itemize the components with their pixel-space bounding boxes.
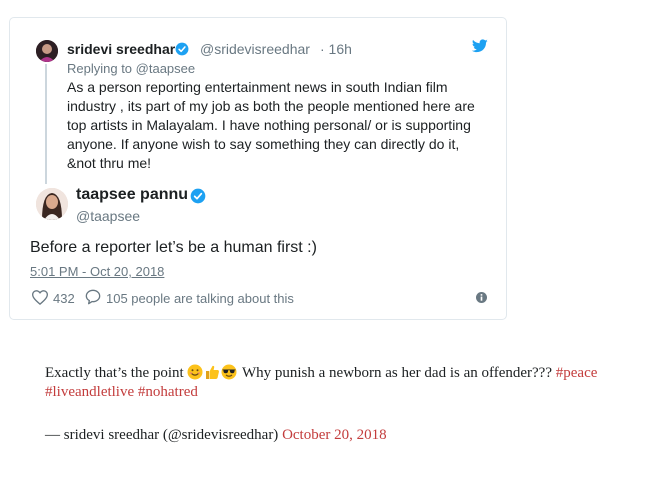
quote-attribution: — sridevi sreedhar (@sridevisreedhar) Oc…: [45, 427, 387, 444]
replying-to-label: Replying to @taapsee: [67, 61, 196, 76]
embedded-quote: Exactly that’s the point Why punish a ne…: [45, 364, 655, 402]
hashtag-nohatred-link[interactable]: #nohatred: [138, 384, 198, 400]
reply-tweet-text: As a person reporting entertainment news…: [67, 79, 475, 171]
reply-time-ago[interactable]: · 16h: [320, 41, 352, 57]
verified-icon: [175, 42, 189, 56]
tweet-timestamp-link[interactable]: 5:01 PM - Oct 20, 2018: [30, 264, 164, 279]
speech-bubble-icon[interactable]: [85, 289, 101, 305]
quote-text-start: Exactly that’s the point: [45, 365, 188, 381]
reply-author-handle[interactable]: @sridevisreedhar: [200, 41, 310, 57]
smiling-emoji: [187, 364, 203, 380]
main-author-avatar[interactable]: [36, 188, 68, 220]
reply-author-name[interactable]: sridevi sreedhar: [67, 41, 175, 57]
reply-author-avatar[interactable]: [36, 40, 58, 62]
hashtag-liveandletlive-link[interactable]: #liveandletlive: [45, 384, 134, 400]
thumbs-up-emoji: [206, 365, 220, 379]
quote-text-mid: Why punish a newborn as her dad is an of…: [238, 365, 556, 381]
main-tweet-text: Before a reporter let’s be a human first…: [30, 239, 317, 256]
thread-connector-line: [45, 64, 47, 184]
hashtag-peace-link[interactable]: #peace: [556, 365, 598, 381]
main-author-handle[interactable]: @taapsee: [76, 208, 140, 224]
talking-about-link[interactable]: 105 people are talking about this: [106, 291, 294, 306]
like-count[interactable]: 432: [53, 291, 75, 306]
verified-icon: [190, 188, 206, 204]
info-icon[interactable]: [476, 292, 487, 303]
twitter-bird-icon[interactable]: [472, 39, 488, 53]
tweet-card: sridevi sreedhar @sridevisreedhar · 16h …: [9, 17, 507, 320]
main-author-name[interactable]: taapsee pannu: [76, 186, 188, 204]
attribution-date-link[interactable]: October 20, 2018: [282, 427, 387, 443]
attribution-text: — sridevi sreedhar (@sridevisreedhar): [45, 427, 283, 443]
sunglasses-emoji: [221, 364, 237, 380]
heart-icon[interactable]: [32, 290, 48, 305]
